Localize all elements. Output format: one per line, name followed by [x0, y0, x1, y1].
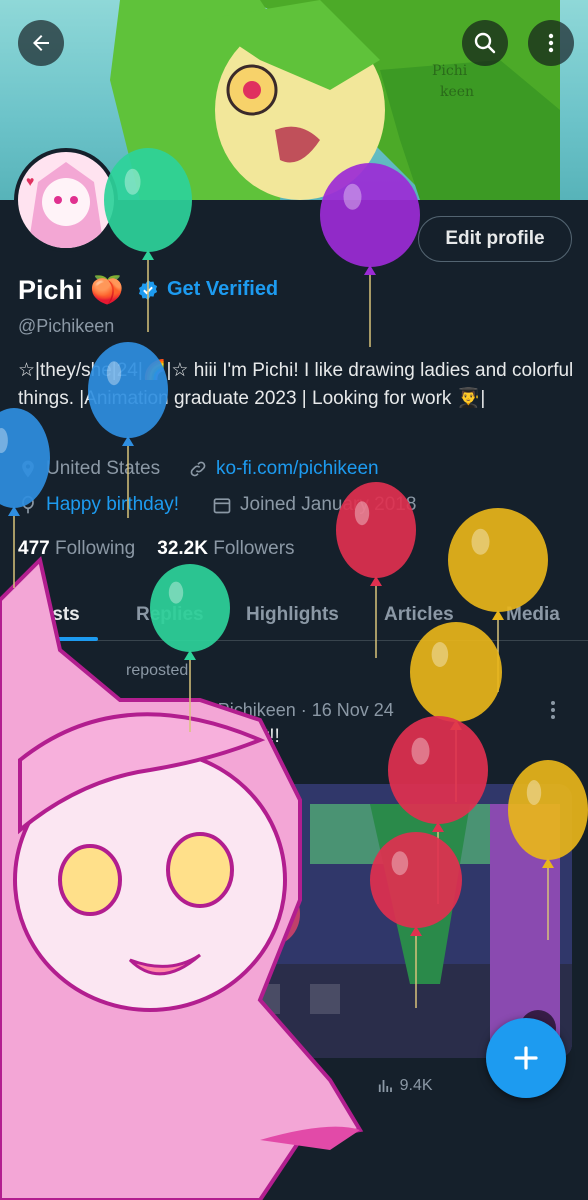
balloon-knot: [184, 650, 196, 660]
search-icon: [474, 32, 496, 54]
more-options-button[interactable]: [528, 20, 574, 66]
profile-joined: Joined January 2018: [212, 494, 416, 516]
verified-badge-icon: [138, 279, 158, 300]
svg-text:keen: keen: [440, 84, 474, 100]
balloon-knot: [370, 576, 382, 586]
joined-text: Joined January 2018: [240, 494, 417, 515]
tab-posts[interactable]: Posts: [28, 604, 80, 626]
following-count: 477: [18, 538, 50, 559]
post-text: is finally out!!: [170, 726, 280, 747]
character-tail: [260, 1126, 360, 1150]
tab-articles[interactable]: Articles: [384, 604, 454, 626]
heart-icon: [265, 1079, 281, 1095]
post-author-handle[interactable]: 🍑 @Pichikeen · 16 Nov 24: [172, 700, 394, 721]
balloon-icon: [22, 495, 34, 514]
avatar[interactable]: ♥: [14, 148, 118, 252]
svg-text:♥: ♥: [26, 173, 34, 189]
profile-location: United States: [18, 458, 160, 480]
views-action[interactable]: 9.4K: [376, 1076, 433, 1096]
location-text: United States: [46, 458, 161, 479]
profile-tabs: Posts Replies Highlights Articles Media: [0, 590, 588, 641]
tab-media[interactable]: Media: [506, 604, 560, 626]
post-more-button[interactable]: [550, 700, 556, 726]
profile-birthday: Happy birthday!: [18, 494, 179, 516]
search-button[interactable]: [462, 20, 508, 66]
profile-website[interactable]: ko-fi.com/pichikeen: [188, 458, 379, 480]
verified-cta[interactable]: Get Verified: [137, 278, 278, 301]
calendar-icon: [213, 498, 231, 514]
plus-icon: [514, 1046, 538, 1070]
like-action[interactable]: 124: [263, 1076, 316, 1096]
avatar-art: ♥: [18, 152, 114, 248]
profile-name: Pichi 🍑: [18, 275, 124, 305]
edit-profile-button[interactable]: Edit profile: [418, 216, 572, 262]
reposted-label: reposted: [126, 662, 189, 679]
repost-icon: [56, 664, 70, 678]
balloon-highlight: [0, 428, 8, 453]
balloon-knot: [142, 250, 154, 260]
balloon-knot: [122, 436, 134, 446]
like-count: 124: [288, 1077, 316, 1094]
tab-highlights[interactable]: Highlights: [246, 604, 339, 626]
post-actions: 1 124 9.4K: [170, 1076, 433, 1096]
profile-handle: @Pichikeen: [18, 316, 115, 336]
balloon-knot: [450, 720, 462, 730]
banner-signature: Pichi: [432, 63, 468, 79]
back-button[interactable]: [18, 20, 64, 66]
post-media-art: [170, 784, 572, 1058]
reply-icon: [172, 1080, 186, 1094]
followers-count: 32.2K: [157, 538, 208, 559]
followers-stat[interactable]: 32.2K Followers: [157, 538, 294, 560]
following-label: Following: [54, 538, 136, 559]
views-icon: [378, 1080, 392, 1092]
location-pin-icon: [22, 460, 34, 478]
profile-stats: 477 Following 32.2K Followers: [18, 538, 295, 560]
link-icon: [190, 461, 206, 477]
reply-count: 1: [194, 1077, 203, 1094]
tab-replies[interactable]: Replies: [136, 604, 204, 626]
birthday-text: Happy birthday!: [46, 494, 180, 515]
balloon-highlight: [411, 737, 430, 765]
character-eye-left: [58, 844, 122, 916]
compose-fab[interactable]: [486, 1018, 566, 1098]
repost-indicator: reposted: [54, 662, 188, 680]
website-link[interactable]: ko-fi.com/pichikeen: [216, 458, 379, 480]
more-vertical-icon: [548, 33, 554, 53]
balloon-knot: [364, 265, 376, 275]
profile-bio: ☆|they/she|24|🌈|☆ hiii I'm Pichi! I like…: [18, 360, 574, 409]
arrow-left-icon: [33, 35, 49, 51]
post-media[interactable]: [170, 784, 572, 1058]
balloon-highlight: [471, 528, 490, 555]
views-count: 9.4K: [399, 1077, 433, 1094]
get-verified-link[interactable]: Get Verified: [167, 278, 278, 301]
active-tab-indicator: [18, 637, 98, 641]
followers-label: Followers: [213, 538, 295, 559]
reply-action[interactable]: 1: [170, 1076, 203, 1096]
more-horizontal-icon: [551, 701, 555, 719]
following-stat[interactable]: 477 Following: [18, 538, 135, 560]
balloon-highlight: [431, 642, 449, 667]
